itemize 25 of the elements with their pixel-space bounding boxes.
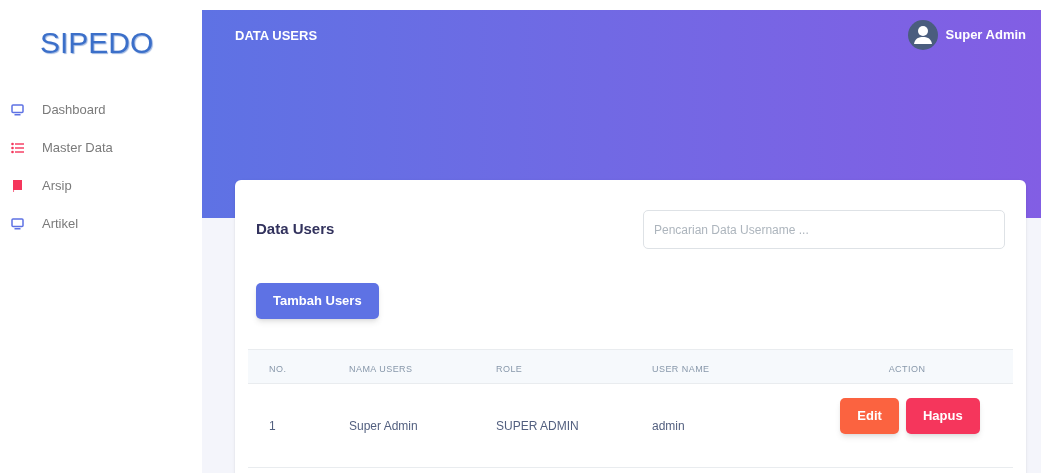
sidebar-item[interactable]: Arsip xyxy=(11,176,202,196)
column-header: NAMA USERS xyxy=(349,363,413,374)
monitor-icon xyxy=(11,104,24,116)
column-header: ACTION xyxy=(888,363,926,374)
user-name[interactable]: Super Admin xyxy=(945,25,1026,45)
delete-button[interactable]: Hapus xyxy=(905,398,980,434)
table-cell: admin xyxy=(652,418,685,433)
page-title: DATA USERS xyxy=(235,27,318,45)
avatar-icon[interactable] xyxy=(907,20,938,50)
edit-button[interactable]: Edit xyxy=(840,398,899,434)
column-header: NO. xyxy=(269,363,287,374)
table-cell: SUPER ADMIN xyxy=(496,418,579,433)
sidebar-item[interactable]: Dashboard xyxy=(11,100,202,120)
sidebar-item[interactable]: Master Data xyxy=(11,138,202,158)
logo-text: SIPEDO xyxy=(40,26,154,59)
column-header: ROLE xyxy=(496,363,523,374)
list-icon xyxy=(11,142,24,154)
search-field[interactable]: Pencarian Data Username ... xyxy=(643,210,1005,249)
column-header: USER NAME xyxy=(652,363,710,374)
table-cell: Super Admin xyxy=(349,418,418,433)
table-cell: 1 xyxy=(269,418,276,433)
add-users-button[interactable]: Tambah Users xyxy=(256,283,379,319)
card-title: Data Users xyxy=(256,219,335,240)
monitor-icon xyxy=(11,218,24,230)
sidebar-item[interactable]: Artikel xyxy=(11,214,202,234)
